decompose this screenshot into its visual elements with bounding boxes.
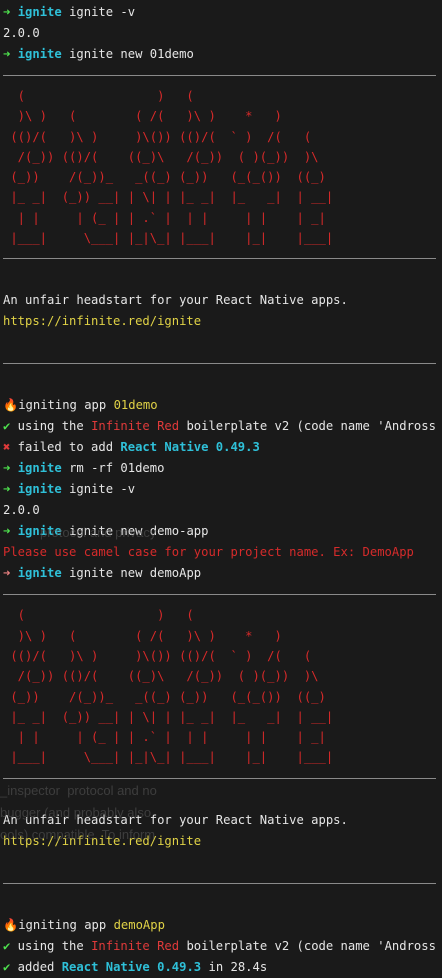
- status-line: ✖ failed to add React Native 0.49.3: [3, 437, 439, 458]
- error-message: Please use camel case for your project n…: [3, 545, 414, 560]
- ascii-art-line: (_)) /(_))_ _((_) (_)) (_(_()) ((_): [3, 689, 326, 704]
- ascii-art-line: ( ) (: [3, 89, 194, 103]
- command-name: ignite: [17, 5, 62, 19]
- ignite-ascii-logo: ( ) ( )\ ) ( ( /( )\ ) * ) (()/( )\ ) )\…: [3, 605, 439, 767]
- prompt-arrow-icon: ➜: [3, 482, 11, 497]
- status-text: boilerplate v2 (code name 'Andross'): [179, 419, 439, 434]
- status-text: igniting app: [18, 917, 114, 932]
- prompt-arrow-icon: ➜: [3, 47, 11, 61]
- divider: [3, 873, 439, 894]
- divider: [3, 65, 439, 86]
- ignite-ascii-logo: ( ) ( )\ ) ( ( /( )\ ) * ) (()/( )\ ) )\…: [3, 86, 439, 248]
- ascii-art-line: (()/( )\ ) )\()) (()/( ` ) /( (: [3, 129, 312, 144]
- divider: [3, 768, 439, 789]
- status-text: using the: [10, 419, 92, 434]
- ascii-art-line: | | | (_ | | .` | | | | | | _|: [3, 210, 326, 225]
- prompt-arrow-icon: ➜: [3, 524, 11, 539]
- command-name: ignite: [17, 566, 62, 581]
- command-line: ➜ ignite ignite -v: [3, 479, 439, 500]
- status-text: using the: [10, 938, 92, 953]
- status-text: added: [10, 959, 62, 974]
- fire-icon: 🔥: [3, 917, 19, 932]
- command-text: ignite new demoApp: [69, 566, 202, 581]
- background-ghost-text: ools) compatible. To inform: [0, 827, 156, 842]
- ascii-art-line: |_ _| (_)) __| | \| | |_ _| |_ _| | __|: [3, 709, 334, 724]
- react-native-version: React Native 0.49.3: [120, 440, 260, 455]
- ascii-art-line: |_ _| (_)) __| | \| | |_ _| |_ _| | __|: [3, 190, 334, 205]
- status-text: igniting app: [18, 398, 114, 413]
- divider: [3, 248, 439, 269]
- command-text: rm -rf 01demo: [69, 461, 165, 476]
- fire-icon: 🔥: [3, 398, 19, 413]
- ascii-art-line: )\ ) ( ( /( )\ ) * ): [3, 109, 282, 124]
- status-line: 🔥igniting app demoApp: [3, 915, 439, 936]
- ascii-art-line: ( ) (: [3, 608, 194, 623]
- prompt-arrow-icon: ➜: [3, 566, 11, 581]
- app-name: demoApp: [113, 917, 165, 932]
- command-text: ignite new 01demo: [69, 47, 194, 61]
- command-line: ➜ ignite ignite new 01demo: [3, 44, 439, 65]
- status-line: ✔ using the Infinite Red boilerplate v2 …: [3, 416, 439, 437]
- command-line: ➜ ignite ignite -v: [3, 2, 439, 23]
- command-line: ➜ ignite rm -rf 01demo: [3, 458, 439, 479]
- command-name: ignite: [17, 482, 62, 497]
- check-icon: ✔: [3, 938, 11, 953]
- company-name: Infinite Red: [91, 419, 180, 434]
- ascii-art-line: |___| \___| |_|\_| |___| |_| |___|: [3, 750, 334, 765]
- company-name: Infinite Red: [91, 938, 180, 953]
- output-line: 2.0.0: [3, 23, 439, 44]
- ascii-art-line: | | | (_ | | .` | | | | | | _|: [3, 730, 326, 745]
- status-line: ✔ using the Infinite Red boilerplate v2 …: [3, 936, 439, 957]
- ascii-art-line: /(_)) (()/( ((_)\ /(_)) ( )(_)) )\: [3, 149, 319, 164]
- command-text: ignite -v: [69, 5, 136, 19]
- divider: [3, 353, 439, 374]
- ignite-url[interactable]: https://infinite.red/ignite: [3, 311, 439, 332]
- background-ghost-text: protocol and privacy: [40, 525, 157, 540]
- status-text: failed to add: [10, 440, 121, 455]
- command-line: ➜ ignite ignite new demoApp: [3, 563, 439, 584]
- command-name: ignite: [17, 47, 62, 61]
- status-line: 🔥igniting app 01demo: [3, 395, 439, 416]
- output-line: 2.0.0: [3, 500, 439, 521]
- divider: [3, 584, 439, 605]
- app-name: 01demo: [113, 398, 158, 413]
- status-text: boilerplate v2 (code name 'Andross'): [179, 938, 439, 953]
- version-output: 2.0.0: [3, 26, 40, 40]
- status-line: ✔ added React Native 0.49.3 in 28.4s: [3, 957, 439, 978]
- ascii-art-line: /(_)) (()/( ((_)\ /(_)) ( )(_)) )\: [3, 669, 319, 684]
- prompt-arrow-icon: ➜: [3, 5, 11, 19]
- ascii-art-line: |___| \___| |_|\_| |___| |_| |___|: [3, 231, 334, 246]
- prompt-arrow-icon: ➜: [3, 461, 11, 476]
- ascii-art-line: (()/( )\ ) )\()) (()/( ` ) /( (: [3, 648, 312, 663]
- check-icon: ✔: [3, 959, 11, 974]
- background-ghost-text: bugger (and probably also: [0, 805, 152, 820]
- ascii-art-line: )\ ) ( ( /( )\ ) * ): [3, 628, 282, 643]
- version-output: 2.0.0: [3, 503, 40, 518]
- ascii-art-line: (_)) /(_))_ _((_) (_)) (_(_()) ((_): [3, 170, 326, 185]
- react-native-version: React Native 0.49.3: [61, 959, 202, 974]
- tagline: An unfair headstart for your React Nativ…: [3, 293, 348, 308]
- command-text: ignite -v: [69, 482, 136, 497]
- status-text: in 28.4s: [201, 959, 268, 974]
- command-name: ignite: [17, 461, 62, 476]
- terminal-window[interactable]: protocol and privacy _inspector protocol…: [0, 0, 442, 974]
